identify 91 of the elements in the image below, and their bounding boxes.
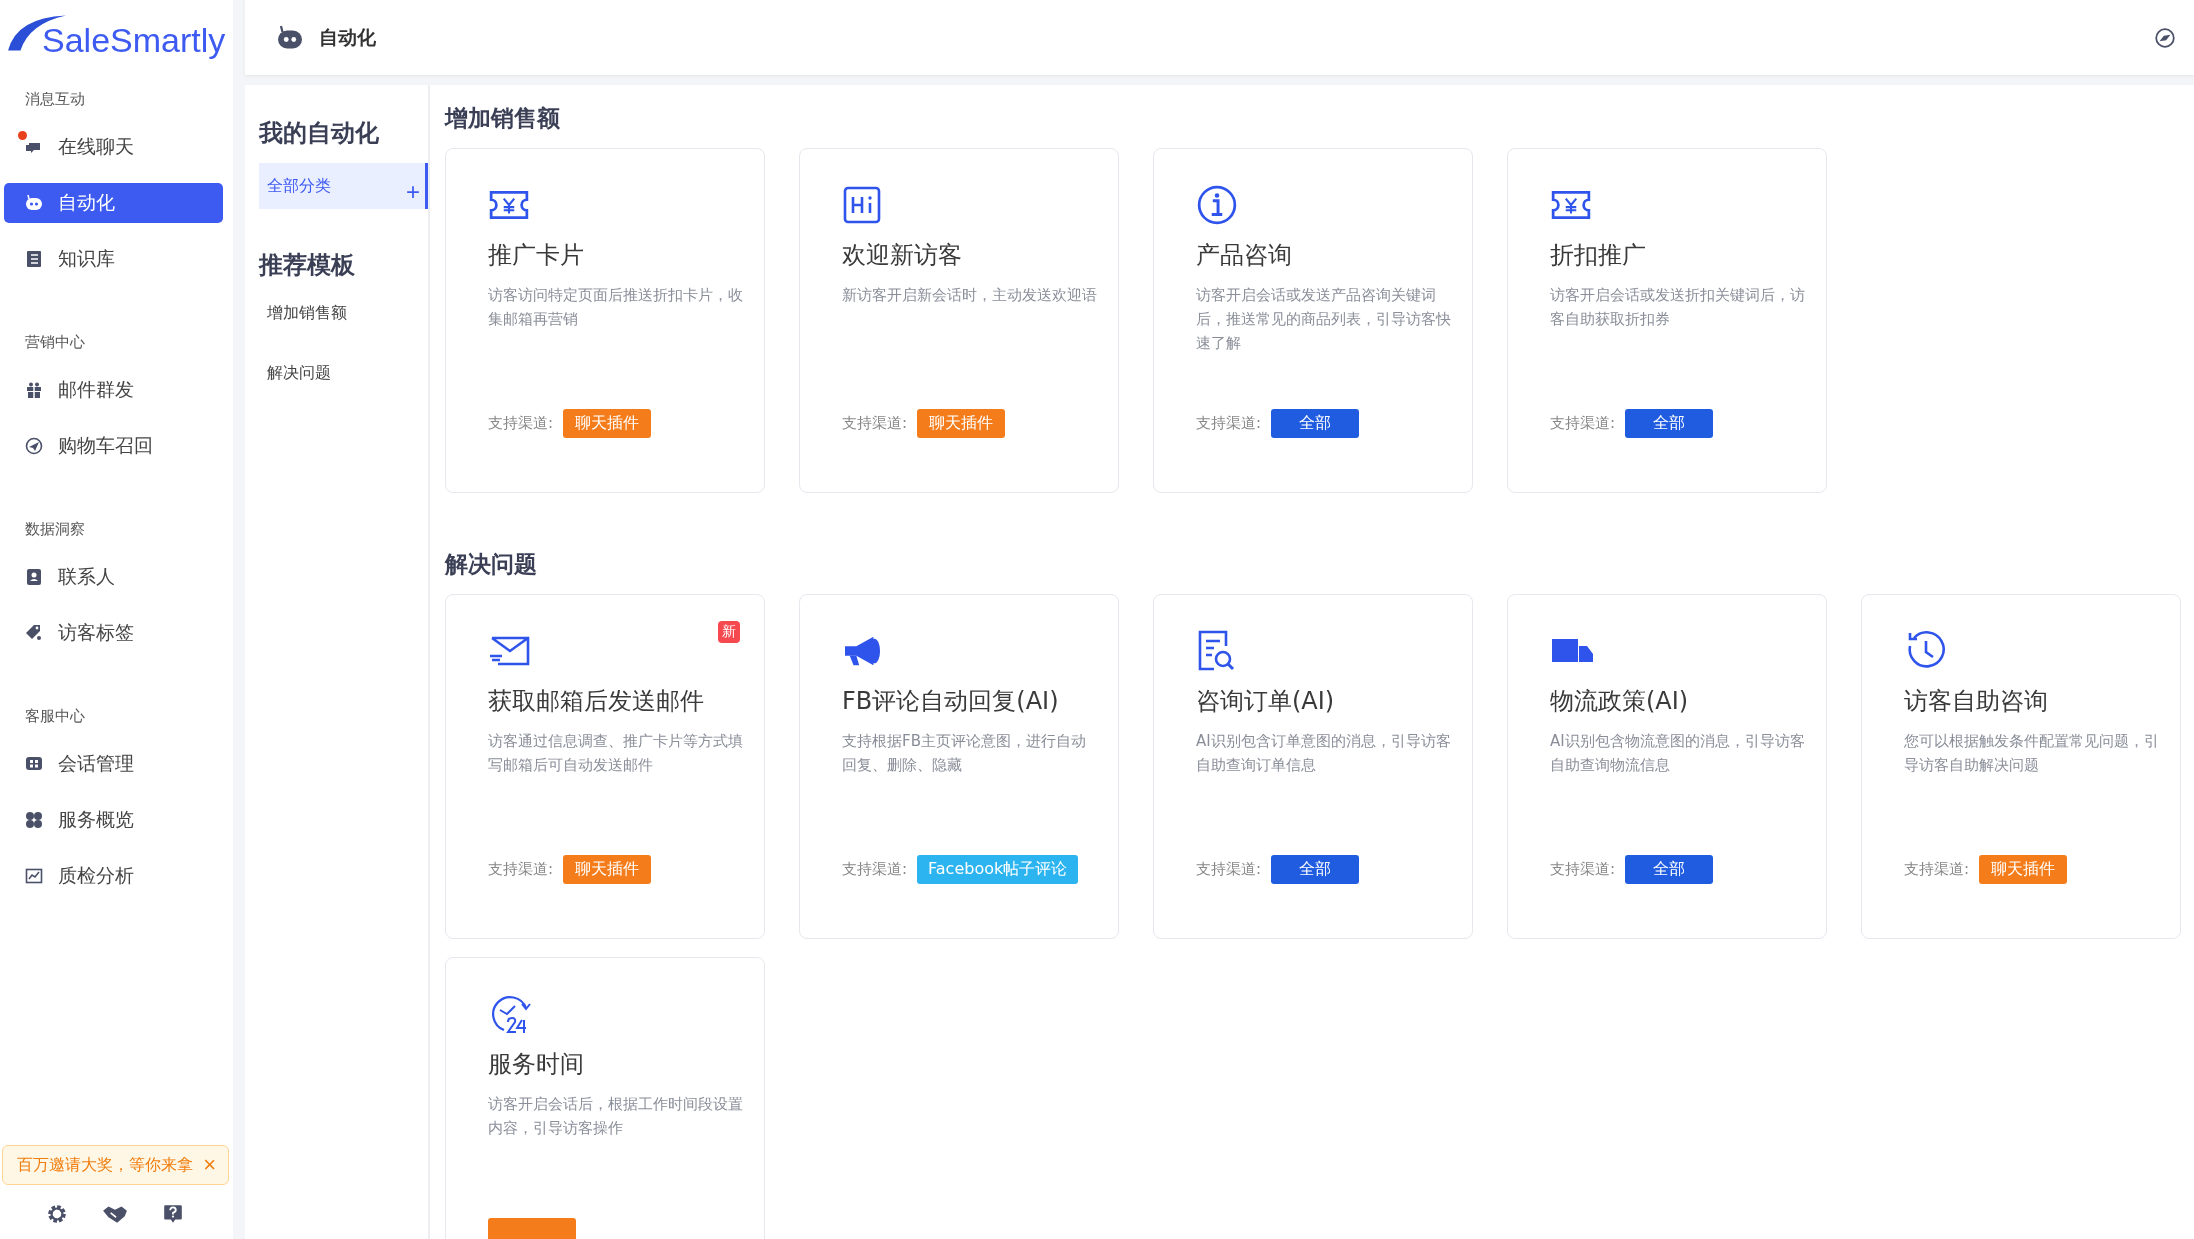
section-heading: 解决问题 (445, 550, 538, 579)
promo-text: 百万邀请大奖，等你来拿 (17, 1154, 193, 1176)
channel-tag: 全部 (1271, 409, 1360, 438)
section-label: 数据洞察 (24, 519, 86, 540)
card-description: 访客开启会话后，根据工作时间段设置内容，引导访客操作 (488, 1094, 744, 1139)
card-title: 访客自助咨询 (1904, 686, 2049, 717)
card-title: 物流政策(AI) (1550, 686, 1690, 717)
card-description: AI识别包含订单意图的消息，引导访客自助查询订单信息 (1196, 731, 1452, 776)
channel-label: 支持渠道: (842, 860, 908, 879)
channel-label: 支持渠道: (488, 860, 554, 879)
template-card[interactable]: 欢迎新访客 新访客开启新会话时，主动发送欢迎语 支持渠道: 聊天插件 (799, 148, 1119, 493)
template-card[interactable]: 物流政策(AI) AI识别包含物流意图的消息，引导访客自助查询物流信息 支持渠道: 全部 (1507, 594, 1827, 939)
section-title: 我的自动化 (259, 118, 380, 149)
sidebar-item[interactable]: 邮件群发 (4, 370, 223, 410)
template-card[interactable]: 折扣推广 访客开启会话或发送折扣关键词后，访客自助获取折扣券 支持渠道: 全部 (1507, 148, 1827, 493)
info-icon (1196, 184, 1238, 226)
settings-icon[interactable] (46, 1203, 68, 1225)
channel-label: 支持渠道: (1550, 414, 1616, 433)
card-description: 访客访问特定页面后推送折扣卡片，收集邮箱再营销 (488, 285, 744, 330)
hi-icon (842, 185, 882, 225)
section-title: 推荐模板 (259, 250, 356, 281)
template-card[interactable]: 服务时间 访客开启会话后，根据工作时间段设置内容，引导访客操作 (445, 957, 765, 1239)
sidebar-item[interactable]: 服务概览 (4, 800, 223, 840)
gift-icon (24, 380, 44, 400)
channel-label: 支持渠道: (1550, 860, 1616, 879)
card-title: FB评论自动回复(AI) (842, 686, 1060, 717)
channel-label: 支持渠道: (1196, 860, 1262, 879)
ticket-icon (1550, 189, 1592, 221)
card-title: 服务时间 (488, 1049, 585, 1080)
sidebar-item[interactable]: 会话管理 (4, 744, 223, 784)
help-icon[interactable] (162, 1203, 184, 1225)
sidebar-item[interactable]: 知识库 (4, 239, 223, 279)
handshake-icon[interactable] (102, 1203, 128, 1225)
channel-tag: 全部 (1625, 855, 1714, 884)
book-icon (24, 249, 44, 269)
card-description: 访客开启会话或发送折扣关键词后，访客自助获取折扣券 (1550, 285, 1806, 330)
sidebar-item[interactable]: 联系人 (4, 557, 223, 597)
mail-icon (488, 634, 532, 668)
tag-icon (24, 623, 44, 643)
paper-plane-icon (24, 436, 44, 456)
card-description: 访客开启会话或发送产品咨询关键词后，推送常见的商品列表，引导访客快速了解 (1196, 285, 1452, 354)
channel-tag: 聊天插件 (563, 855, 652, 884)
document-search-icon (1196, 629, 1236, 673)
section-label: 营销中心 (24, 332, 86, 353)
sidebar-item[interactable]: 购物车召回 (4, 426, 223, 466)
ticket-icon (488, 189, 530, 221)
template-card[interactable]: 咨询订单(AI) AI识别包含订单意图的消息，引导访客自助查询订单信息 支持渠道: 全部 (1153, 594, 1473, 939)
channel-label: 支持渠道: (842, 414, 908, 433)
card-title: 折扣推广 (1550, 240, 1647, 271)
sidebar-item[interactable]: 自动化 (4, 183, 223, 223)
channel-tag: 全部 (1271, 855, 1360, 884)
card-description: 新访客开启新会话时，主动发送欢迎语 (842, 285, 1098, 306)
template-card[interactable]: FB评论自动回复(AI) 支持根据FB主页评论意图，进行自动回复、删除、隐藏 支持渠道: Facebook帖子评论 (799, 594, 1119, 939)
grid-icon (24, 810, 44, 830)
sidebar-item[interactable]: 质检分析 (4, 856, 223, 896)
card-title: 推广卡片 (488, 240, 585, 271)
card-title: 获取邮箱后发送邮件 (488, 686, 705, 717)
add-button[interactable]: + (406, 180, 420, 204)
card-title: 产品咨询 (1196, 240, 1293, 271)
template-card[interactable]: 产品咨询 访客开启会话或发送产品咨询关键词后，推送常见的商品列表，引导访客快速了解 支持渠道: 全部 (1153, 148, 1473, 493)
line-chart-icon (24, 866, 44, 886)
card-title: 咨询订单(AI) (1196, 686, 1336, 717)
card-description: 支持根据FB主页评论意图，进行自动回复、删除、隐藏 (842, 731, 1087, 776)
channel-label: 支持渠道: (1904, 860, 1970, 879)
card-description: 您可以根据触发条件配置常见问题，引导访客自助解决问题 (1904, 731, 2160, 776)
section-heading: 增加销售额 (445, 104, 561, 133)
channel-tag: 聊天插件 (563, 409, 652, 438)
channel-label: 支持渠道: (488, 414, 554, 433)
contact-book-icon (24, 567, 44, 587)
channel-tag: 聊天插件 (1979, 855, 2068, 884)
logo: SaleSmartly (0, 0, 233, 64)
template-link[interactable]: 解决问题 (259, 363, 428, 383)
new-badge: 新 (718, 621, 740, 643)
channel-label: 支持渠道: (1196, 414, 1262, 433)
card-title: 欢迎新访客 (842, 240, 963, 271)
template-card[interactable]: 推广卡片 访客访问特定页面后推送折扣卡片，收集邮箱再营销 支持渠道: 聊天插件 (445, 148, 765, 493)
channel-tag: 聊天插件 (917, 409, 1006, 438)
robot-icon (24, 193, 44, 213)
section-label: 客服中心 (24, 706, 86, 727)
sidebar-item[interactable]: 访客标签 (4, 613, 223, 653)
template-link[interactable]: 增加销售额 (259, 303, 428, 323)
section-label: 消息互动 (24, 89, 86, 110)
template-card[interactable]: 访客自助咨询 您可以根据触发条件配置常见问题，引导访客自助解决问题 支持渠道: 聊天插件 (1861, 594, 2181, 939)
sidebar-item[interactable]: 在线聊天 (4, 127, 223, 167)
channel-tag: 全部 (1625, 409, 1714, 438)
channel-tag: Facebook帖子评论 (917, 855, 1079, 884)
template-card[interactable]: 新 获取邮箱后发送邮件 访客通过信息调查、推广卡片等方式填写邮箱后可自动发送邮件 支持渠道: 聊天插件 (445, 594, 765, 939)
page-title: 自动化 (319, 24, 376, 50)
card-description: AI识别包含物流意图的消息，引导访客自助查询物流信息 (1550, 731, 1806, 776)
card-description: 访客通过信息调查、推广卡片等方式填写邮箱后可自动发送邮件 (488, 731, 744, 776)
compass-icon[interactable] (2154, 26, 2176, 49)
